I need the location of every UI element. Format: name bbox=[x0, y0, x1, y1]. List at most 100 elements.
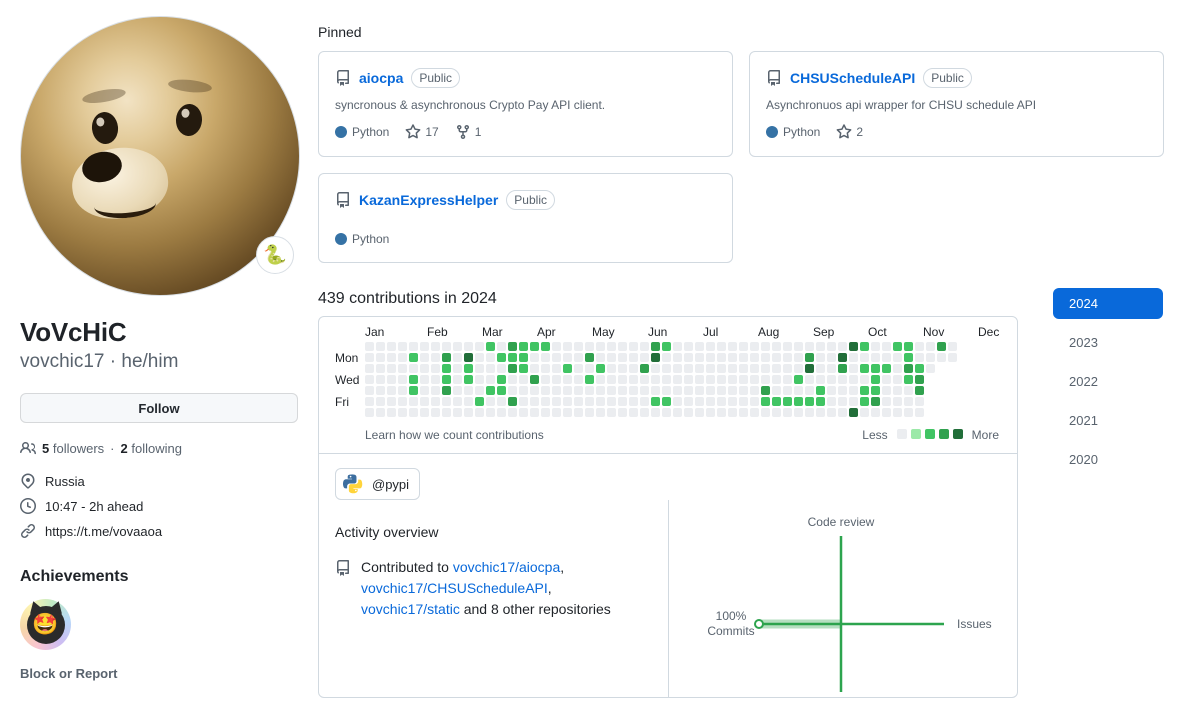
calendar-day-cell[interactable] bbox=[827, 375, 836, 384]
calendar-day-cell[interactable] bbox=[948, 342, 957, 351]
calendar-day-cell[interactable] bbox=[849, 408, 858, 417]
calendar-day-cell[interactable] bbox=[684, 408, 693, 417]
calendar-day-cell[interactable] bbox=[904, 397, 913, 406]
calendar-day-cell[interactable] bbox=[651, 364, 660, 373]
calendar-day-cell[interactable] bbox=[420, 353, 429, 362]
achievement-badge[interactable]: 🤩 bbox=[20, 598, 71, 651]
calendar-day-cell[interactable] bbox=[552, 397, 561, 406]
calendar-day-cell[interactable] bbox=[706, 353, 715, 362]
calendar-day-cell[interactable] bbox=[662, 375, 671, 384]
calendar-day-cell[interactable] bbox=[695, 386, 704, 395]
calendar-day-cell[interactable] bbox=[365, 408, 374, 417]
calendar-day-cell[interactable] bbox=[893, 342, 902, 351]
calendar-day-cell[interactable] bbox=[552, 342, 561, 351]
calendar-day-cell[interactable] bbox=[464, 408, 473, 417]
calendar-day-cell[interactable] bbox=[453, 375, 462, 384]
calendar-day-cell[interactable] bbox=[904, 353, 913, 362]
calendar-day-cell[interactable] bbox=[585, 397, 594, 406]
calendar-day-cell[interactable] bbox=[629, 353, 638, 362]
calendar-day-cell[interactable] bbox=[541, 375, 550, 384]
calendar-day-cell[interactable] bbox=[893, 353, 902, 362]
calendar-day-cell[interactable] bbox=[640, 353, 649, 362]
year-link-2020[interactable]: 2020 bbox=[1053, 444, 1163, 475]
calendar-day-cell[interactable] bbox=[816, 364, 825, 373]
calendar-day-cell[interactable] bbox=[376, 342, 385, 351]
calendar-day-cell[interactable] bbox=[794, 386, 803, 395]
calendar-day-cell[interactable] bbox=[871, 408, 880, 417]
calendar-day-cell[interactable] bbox=[750, 408, 759, 417]
calendar-day-cell[interactable] bbox=[464, 342, 473, 351]
calendar-day-cell[interactable] bbox=[541, 408, 550, 417]
calendar-day-cell[interactable] bbox=[519, 342, 528, 351]
calendar-day-cell[interactable] bbox=[651, 342, 660, 351]
calendar-day-cell[interactable] bbox=[651, 386, 660, 395]
calendar-day-cell[interactable] bbox=[629, 364, 638, 373]
calendar-day-cell[interactable] bbox=[453, 342, 462, 351]
calendar-day-cell[interactable] bbox=[453, 364, 462, 373]
calendar-day-cell[interactable] bbox=[882, 342, 891, 351]
calendar-day-cell[interactable] bbox=[882, 386, 891, 395]
calendar-day-cell[interactable] bbox=[376, 375, 385, 384]
calendar-day-cell[interactable] bbox=[915, 364, 924, 373]
calendar-day-cell[interactable] bbox=[398, 375, 407, 384]
calendar-day-cell[interactable] bbox=[519, 386, 528, 395]
calendar-day-cell[interactable] bbox=[464, 397, 473, 406]
calendar-day-cell[interactable] bbox=[728, 353, 737, 362]
calendar-day-cell[interactable] bbox=[750, 364, 759, 373]
calendar-day-cell[interactable] bbox=[739, 364, 748, 373]
calendar-day-cell[interactable] bbox=[772, 397, 781, 406]
calendar-day-cell[interactable] bbox=[519, 408, 528, 417]
calendar-day-cell[interactable] bbox=[387, 386, 396, 395]
calendar-day-cell[interactable] bbox=[739, 397, 748, 406]
calendar-day-cell[interactable] bbox=[629, 397, 638, 406]
calendar-day-cell[interactable] bbox=[783, 408, 792, 417]
calendar-day-cell[interactable] bbox=[618, 375, 627, 384]
calendar-day-cell[interactable] bbox=[486, 386, 495, 395]
calendar-day-cell[interactable] bbox=[585, 353, 594, 362]
calendar-day-cell[interactable] bbox=[783, 397, 792, 406]
calendar-day-cell[interactable] bbox=[893, 397, 902, 406]
calendar-day-cell[interactable] bbox=[662, 386, 671, 395]
calendar-day-cell[interactable] bbox=[596, 397, 605, 406]
calendar-day-cell[interactable] bbox=[728, 342, 737, 351]
calendar-day-cell[interactable] bbox=[508, 397, 517, 406]
calendar-day-cell[interactable] bbox=[409, 386, 418, 395]
calendar-day-cell[interactable] bbox=[376, 364, 385, 373]
following-link[interactable]: 2 following bbox=[121, 441, 182, 456]
calendar-day-cell[interactable] bbox=[783, 342, 792, 351]
calendar-day-cell[interactable] bbox=[717, 353, 726, 362]
calendar-day-cell[interactable] bbox=[915, 397, 924, 406]
calendar-day-cell[interactable] bbox=[442, 408, 451, 417]
calendar-day-cell[interactable] bbox=[431, 397, 440, 406]
calendar-day-cell[interactable] bbox=[651, 353, 660, 362]
calendar-day-cell[interactable] bbox=[431, 408, 440, 417]
calendar-day-cell[interactable] bbox=[783, 353, 792, 362]
calendar-day-cell[interactable] bbox=[453, 353, 462, 362]
calendar-day-cell[interactable] bbox=[871, 353, 880, 362]
calendar-day-cell[interactable] bbox=[574, 408, 583, 417]
calendar-day-cell[interactable] bbox=[387, 375, 396, 384]
calendar-day-cell[interactable] bbox=[376, 386, 385, 395]
calendar-day-cell[interactable] bbox=[860, 342, 869, 351]
follow-button[interactable]: Follow bbox=[20, 393, 298, 424]
calendar-day-cell[interactable] bbox=[915, 342, 924, 351]
calendar-day-cell[interactable] bbox=[706, 364, 715, 373]
calendar-day-cell[interactable] bbox=[706, 386, 715, 395]
calendar-day-cell[interactable] bbox=[640, 408, 649, 417]
calendar-day-cell[interactable] bbox=[409, 408, 418, 417]
calendar-day-cell[interactable] bbox=[486, 408, 495, 417]
calendar-day-cell[interactable] bbox=[662, 353, 671, 362]
pinned-repo-name[interactable]: CHSUScheduleAPI bbox=[790, 70, 915, 86]
calendar-day-cell[interactable] bbox=[849, 342, 858, 351]
calendar-day-cell[interactable] bbox=[860, 353, 869, 362]
calendar-day-cell[interactable] bbox=[431, 386, 440, 395]
calendar-day-cell[interactable] bbox=[706, 375, 715, 384]
calendar-day-cell[interactable] bbox=[893, 375, 902, 384]
calendar-day-cell[interactable] bbox=[365, 364, 374, 373]
calendar-day-cell[interactable] bbox=[794, 353, 803, 362]
calendar-day-cell[interactable] bbox=[662, 397, 671, 406]
calendar-day-cell[interactable] bbox=[530, 353, 539, 362]
pypi-organization-badge[interactable]: @pypi bbox=[335, 468, 421, 500]
calendar-day-cell[interactable] bbox=[574, 342, 583, 351]
calendar-day-cell[interactable] bbox=[519, 397, 528, 406]
